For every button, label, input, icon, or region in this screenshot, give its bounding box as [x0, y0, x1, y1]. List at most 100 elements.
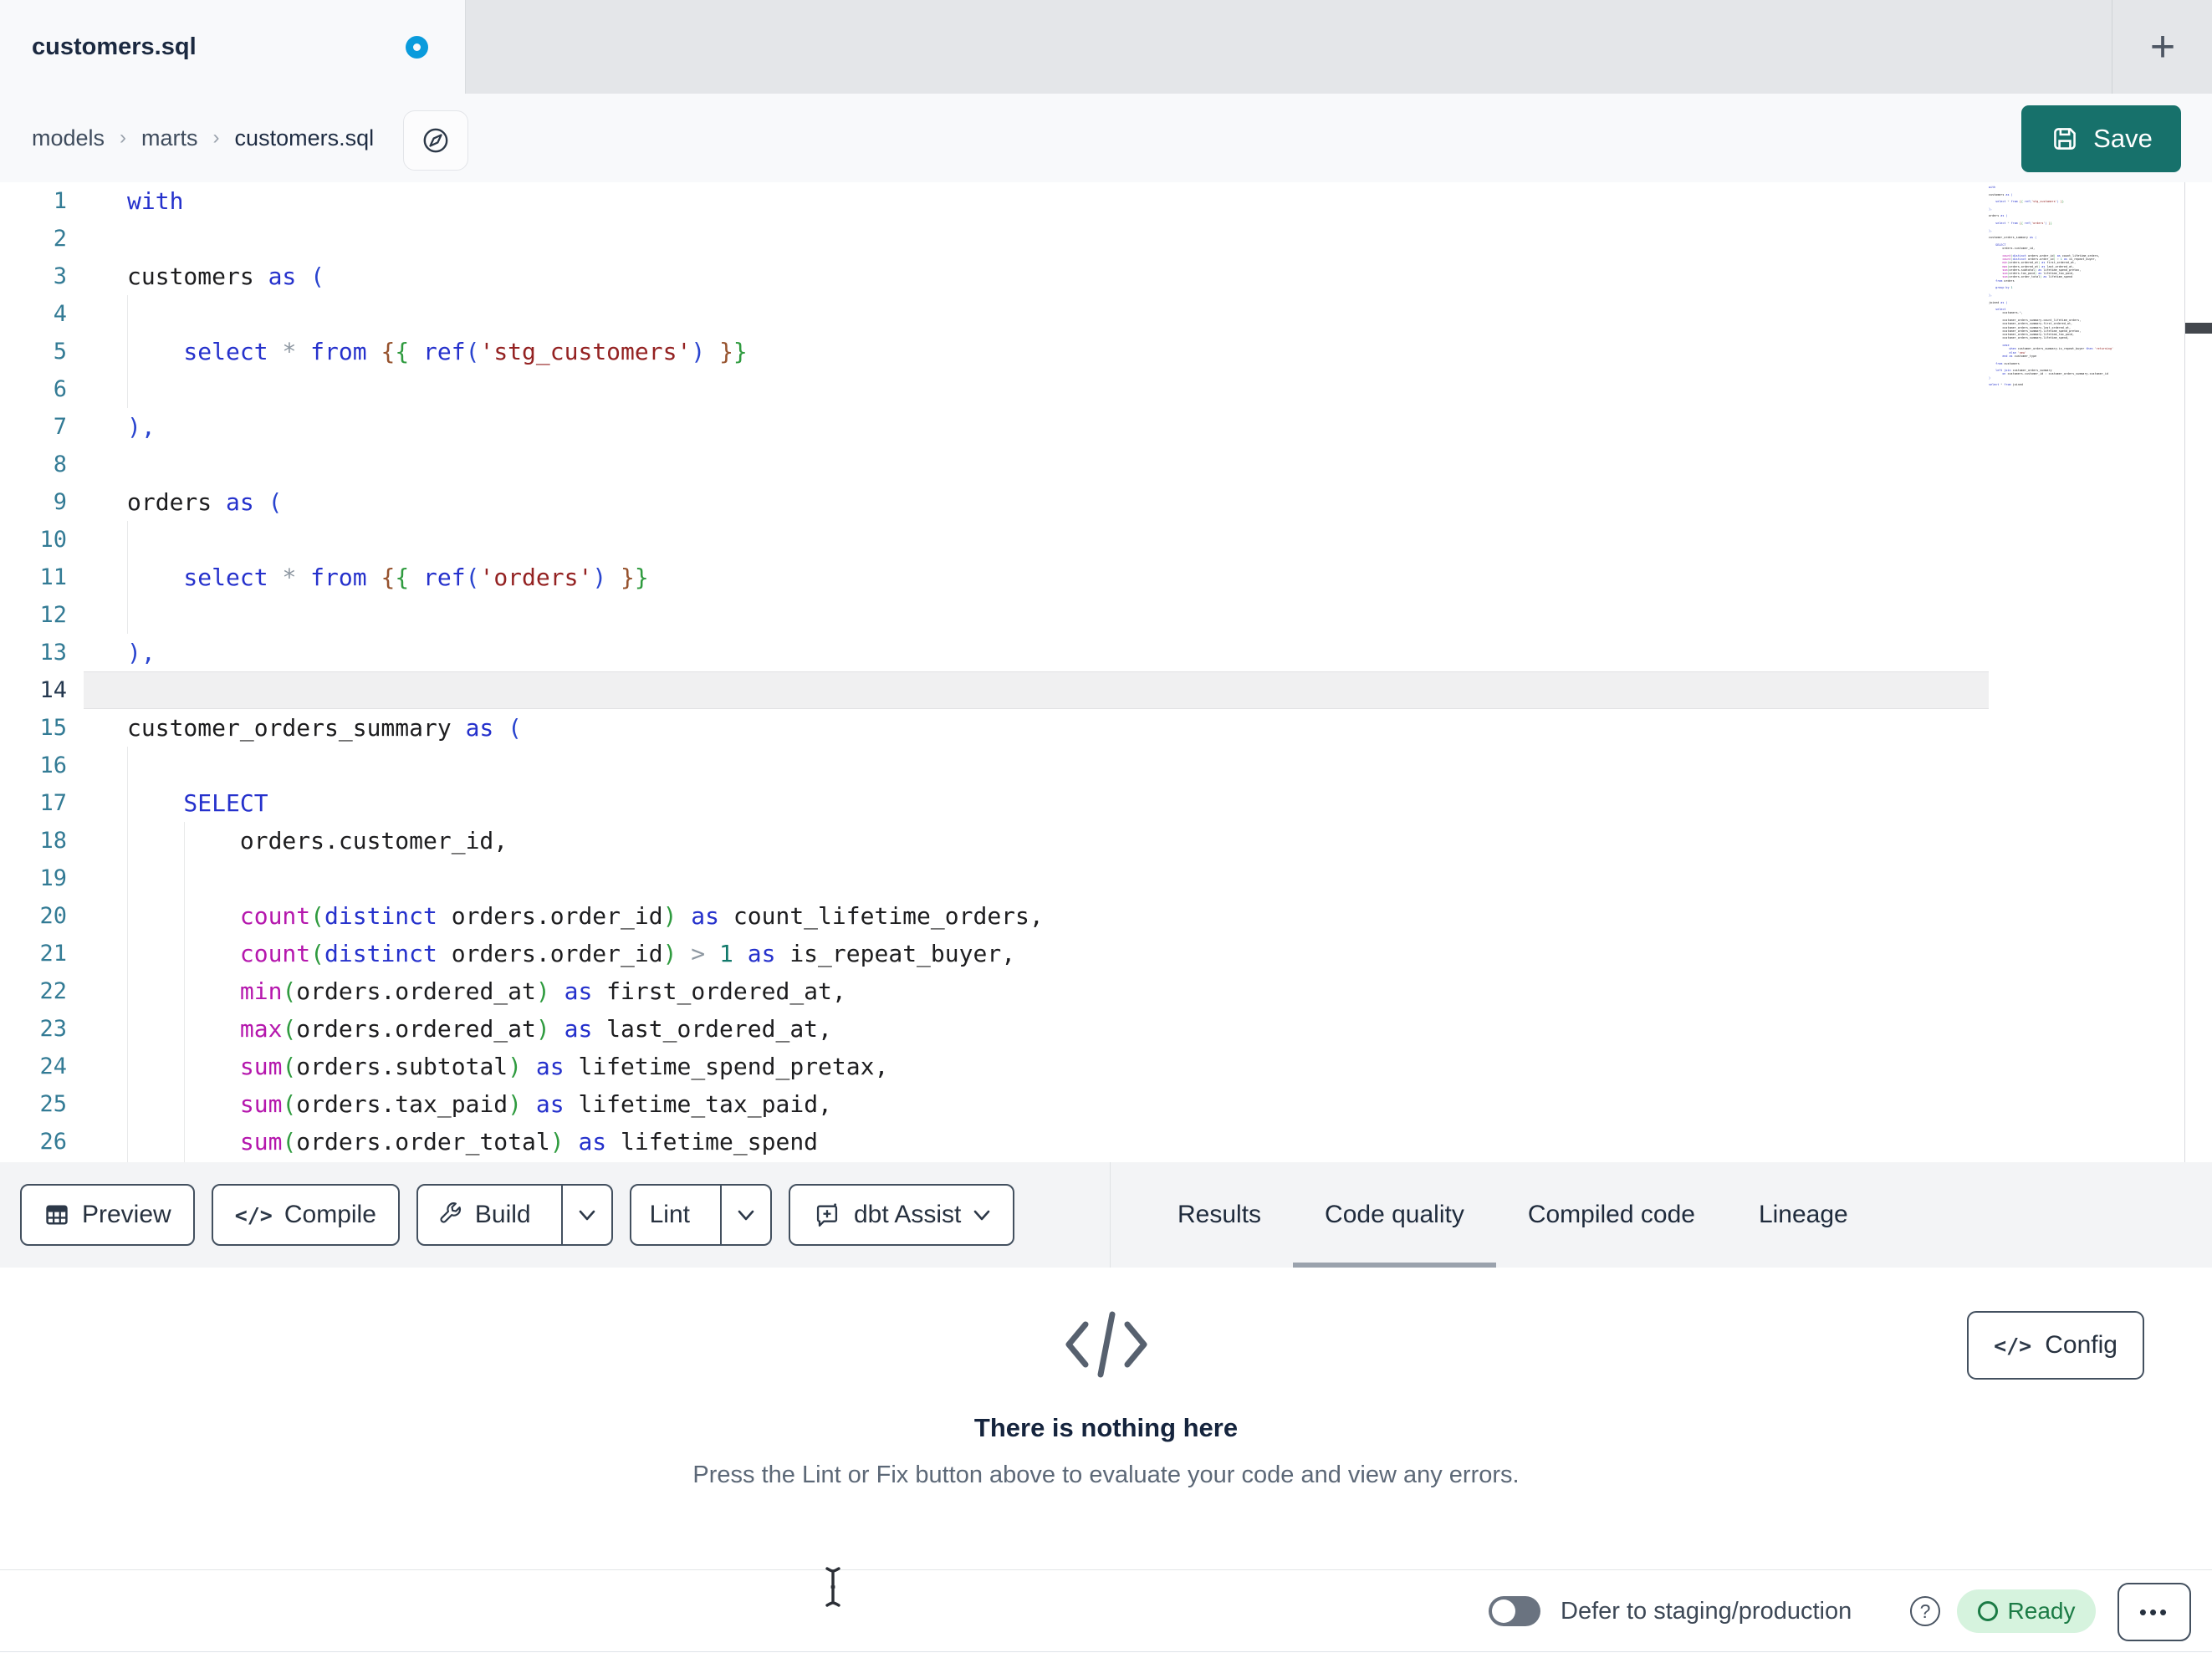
- line-number[interactable]: 10: [0, 521, 67, 559]
- line-number[interactable]: 17: [0, 784, 67, 822]
- minimap-token: ),: [1989, 207, 1993, 211]
- code-quality-panel: There is nothing here Press the Lint or …: [0, 1268, 2212, 1569]
- line-number[interactable]: 26: [0, 1123, 67, 1161]
- code-line[interactable]: 25 sum(orders.tax_paid) as lifetime_tax_…: [0, 1085, 1989, 1123]
- code-line[interactable]: 6: [0, 370, 1989, 408]
- line-number[interactable]: 2: [0, 220, 67, 258]
- minimap-token: }: [2050, 221, 2052, 225]
- line-number[interactable]: 11: [0, 559, 67, 596]
- minimap-token: }: [2061, 200, 2064, 204]
- line-number[interactable]: 14: [0, 671, 67, 709]
- line-number[interactable]: 5: [0, 333, 67, 370]
- line-number[interactable]: 13: [0, 634, 67, 671]
- defer-toggle[interactable]: [1489, 1596, 1540, 1626]
- save-button[interactable]: Save: [2021, 105, 2181, 172]
- code-line[interactable]: 5 select * from {{ ref('stg_customers') …: [0, 333, 1989, 370]
- tab-code-quality-label: Code quality: [1325, 1201, 1464, 1228]
- code-token: {: [395, 338, 424, 365]
- ready-status-badge[interactable]: Ready: [1957, 1589, 2096, 1633]
- code-token: orders.order_total: [296, 1128, 550, 1156]
- code-line[interactable]: 22 min(orders.ordered_at) as first_order…: [0, 972, 1989, 1010]
- lint-button[interactable]: Lint: [631, 1186, 708, 1244]
- code-line[interactable]: 24 sum(orders.subtotal) as lifetime_spen…: [0, 1048, 1989, 1085]
- line-number[interactable]: 6: [0, 370, 67, 408]
- line-number[interactable]: 21: [0, 935, 67, 972]
- minimap-token: 'stg_customers': [2031, 200, 2057, 204]
- table-icon: [46, 1205, 68, 1225]
- help-icon[interactable]: ?: [1910, 1596, 1940, 1626]
- scrollbar-indicator[interactable]: [2185, 323, 2212, 334]
- code-line[interactable]: 23 max(orders.ordered_at) as last_ordere…: [0, 1010, 1989, 1048]
- line-number[interactable]: 19: [0, 860, 67, 897]
- code-token: as: [522, 1053, 579, 1080]
- line-number[interactable]: 1: [0, 182, 67, 220]
- minimap[interactable]: with customers as ( select * from {{ ref(…: [1989, 186, 2121, 387]
- build-button[interactable]: Build: [418, 1186, 549, 1244]
- minimap-token: from: [2004, 383, 2013, 387]
- indent-guide: [127, 521, 128, 634]
- code-line[interactable]: 7),: [0, 408, 1989, 446]
- code-token: max: [127, 1015, 283, 1043]
- config-button[interactable]: </> Config: [1967, 1311, 2144, 1380]
- line-number[interactable]: 20: [0, 897, 67, 935]
- line-number[interactable]: 7: [0, 408, 67, 446]
- tab-customers-sql[interactable]: customers.sql: [0, 0, 466, 94]
- code-token: from: [310, 338, 381, 365]
- line-number[interactable]: 9: [0, 483, 67, 521]
- code-line[interactable]: 14: [0, 671, 1989, 709]
- tab-results[interactable]: Results: [1146, 1162, 1293, 1268]
- code-line[interactable]: 18 orders.customer_id,: [0, 822, 1989, 860]
- code-line[interactable]: 15 customer_orders_summary as (: [0, 709, 1989, 747]
- minimap-token: (: [2035, 236, 2037, 240]
- line-number[interactable]: 24: [0, 1048, 67, 1085]
- explore-lineage-button[interactable]: [403, 110, 468, 171]
- toggle-knob: [1492, 1599, 1515, 1623]
- line-number[interactable]: 4: [0, 295, 67, 333]
- compile-button[interactable]: </> Compile: [211, 1184, 400, 1246]
- tab-compiled-code[interactable]: Compiled code: [1496, 1162, 1727, 1268]
- line-number[interactable]: 12: [0, 596, 67, 634]
- line-number[interactable]: 8: [0, 446, 67, 483]
- code-line[interactable]: 8: [0, 446, 1989, 483]
- code-line[interactable]: 1 with: [0, 182, 1989, 220]
- code-token: lifetime_spend_pretax,: [578, 1053, 889, 1080]
- code-line[interactable]: 12: [0, 596, 1989, 634]
- code-line[interactable]: 9 orders as (: [0, 483, 1989, 521]
- line-number[interactable]: 15: [0, 709, 67, 747]
- code-token: (: [282, 1090, 297, 1118]
- code-line[interactable]: 26 sum(orders.order_total) as lifetime_s…: [0, 1123, 1989, 1161]
- minimap-token: (: [2010, 192, 2013, 196]
- code-token: {: [381, 338, 396, 365]
- code-line[interactable]: 11 select * from {{ ref('orders') }}: [0, 559, 1989, 596]
- breadcrumb-models[interactable]: models: [32, 125, 105, 151]
- preview-label: Preview: [82, 1201, 171, 1228]
- code-token: select: [127, 338, 283, 365]
- code-line[interactable]: 19: [0, 860, 1989, 897]
- line-number[interactable]: 25: [0, 1085, 67, 1123]
- line-number[interactable]: 3: [0, 258, 67, 295]
- line-number[interactable]: 23: [0, 1010, 67, 1048]
- line-number[interactable]: 18: [0, 822, 67, 860]
- code-line[interactable]: 10: [0, 521, 1989, 559]
- code-editor[interactable]: 1 with 2 3 customers as (4 5 select * from {{…: [0, 182, 2212, 1162]
- preview-button[interactable]: Preview: [20, 1184, 195, 1246]
- code-line[interactable]: 21 count(distinct orders.order_id) > 1 a…: [0, 935, 1989, 972]
- code-line[interactable]: 4: [0, 295, 1989, 333]
- code-line[interactable]: 3 customers as (: [0, 258, 1989, 295]
- code-line[interactable]: 13),: [0, 634, 1989, 671]
- breadcrumb-marts[interactable]: marts: [141, 125, 198, 151]
- tab-code-quality[interactable]: Code quality: [1293, 1162, 1496, 1268]
- code-line[interactable]: 17 SELECT: [0, 784, 1989, 822]
- code-line[interactable]: 20 count(distinct orders.order_id) as co…: [0, 897, 1989, 935]
- lint-dropdown-button[interactable]: [720, 1186, 770, 1244]
- more-options-button[interactable]: •••: [2117, 1583, 2191, 1641]
- line-number[interactable]: 22: [0, 972, 67, 1010]
- new-tab-button[interactable]: +: [2131, 18, 2194, 75]
- line-number[interactable]: 16: [0, 747, 67, 784]
- code-token: as: [564, 1128, 621, 1156]
- code-line[interactable]: 2: [0, 220, 1989, 258]
- code-line[interactable]: 16: [0, 747, 1989, 784]
- tab-lineage[interactable]: Lineage: [1727, 1162, 1880, 1268]
- dbt-assist-button[interactable]: dbt Assist: [789, 1184, 1015, 1246]
- build-dropdown-button[interactable]: [560, 1186, 611, 1244]
